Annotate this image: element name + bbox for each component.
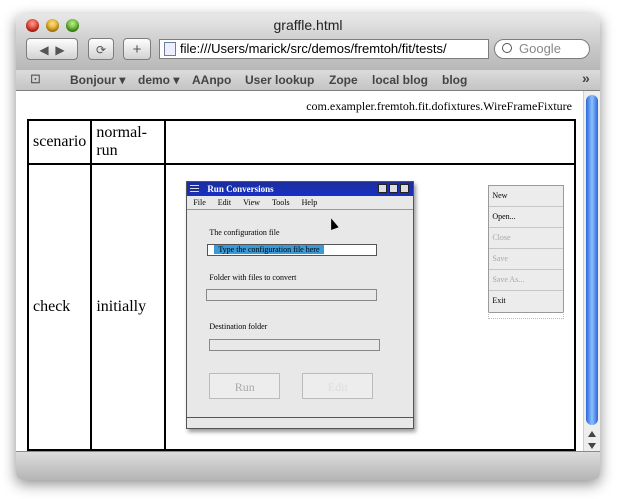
fixture-name: com.exampler.fremtoh.fit.dofixtures.Wire… xyxy=(306,99,572,113)
bookmark-bonjour[interactable]: Bonjour ▾ xyxy=(70,73,125,87)
dialog-maximize-icon[interactable] xyxy=(389,184,399,193)
scrollbar-thumb[interactable] xyxy=(586,95,598,425)
url-text: file:///Users/marick/src/demos/fremtoh/f… xyxy=(180,41,447,56)
search-icon xyxy=(502,43,512,53)
mouse-pointer-icon xyxy=(327,216,339,231)
book-icon[interactable]: ⊡ xyxy=(30,71,41,87)
destination-field[interactable] xyxy=(209,339,381,351)
menu-tools[interactable]: Tools xyxy=(272,198,290,207)
fit-table: scenario normal-run check initially Run … xyxy=(26,119,577,451)
bookmark-user-lookup[interactable]: User lookup xyxy=(245,73,314,87)
reload-icon: ⟳ xyxy=(95,43,107,57)
folder-label: Folder with files to convert xyxy=(209,273,297,282)
table-cell: check xyxy=(26,163,93,451)
dialog-minimize-icon[interactable] xyxy=(378,184,388,193)
reload-button[interactable]: ⟳ xyxy=(88,38,114,60)
file-menu-item-exit[interactable]: Exit xyxy=(489,291,563,311)
bookmark-blog[interactable]: blog xyxy=(442,73,467,87)
file-menu-wireframe: New Open... Close Save Save As... Exit xyxy=(488,185,565,313)
bookmark-zope[interactable]: Zope xyxy=(329,73,358,87)
back-arrow-icon[interactable]: ◀ xyxy=(39,43,48,57)
wireframe-cell: Run Conversions File Edit View Tools Hel… xyxy=(164,163,577,451)
scroll-down-arrow-icon[interactable] xyxy=(588,443,596,449)
table-cell-empty xyxy=(164,119,577,165)
menu-file[interactable]: File xyxy=(193,198,205,207)
window-title: graffle.html xyxy=(273,17,343,33)
file-menu-item-new[interactable]: New xyxy=(489,186,564,207)
page-content: com.exampler.fremtoh.fit.dofixtures.Wire… xyxy=(16,91,584,451)
config-file-field[interactable]: Type the configuration file here xyxy=(207,244,378,256)
dialog-status-bar xyxy=(187,417,414,428)
document-icon xyxy=(164,42,176,56)
address-bar[interactable]: file:///Users/marick/src/demos/fremtoh/f… xyxy=(159,39,489,59)
run-conversions-dialog: Run Conversions File Edit View Tools Hel… xyxy=(186,181,415,429)
table-cell: scenario xyxy=(26,119,93,165)
dialog-close-icon[interactable] xyxy=(400,184,410,193)
edit-button[interactable]: Edit xyxy=(302,373,374,399)
bookmark-local-blog[interactable]: local blog xyxy=(372,73,428,87)
status-bar xyxy=(16,451,600,480)
scroll-up-arrow-icon[interactable] xyxy=(588,431,596,437)
title-bar: graffle.html ◀ ▶ ⟳ + file:///Users/maric… xyxy=(16,14,600,71)
system-menu-icon[interactable] xyxy=(190,185,200,193)
config-file-value: Type the configuration file here xyxy=(214,245,324,254)
table-cell: normal-run xyxy=(90,119,167,165)
back-forward-buttons[interactable]: ◀ ▶ xyxy=(26,38,78,60)
config-file-label: The configuration file xyxy=(209,228,280,237)
menu-help[interactable]: Help xyxy=(302,198,318,207)
vertical-scrollbar[interactable] xyxy=(583,91,600,451)
folder-field[interactable] xyxy=(206,289,378,301)
file-menu-item-save-as: Save As... xyxy=(489,270,564,291)
bookmark-demo[interactable]: demo ▾ xyxy=(138,73,179,87)
file-menu-item-close: Close xyxy=(489,228,564,249)
browser-window: graffle.html ◀ ▶ ⟳ + file:///Users/maric… xyxy=(16,14,600,480)
bookmarks-bar: ⊡ Bonjour ▾ demo ▾ AAnpo User lookup Zop… xyxy=(16,70,600,91)
search-field[interactable]: Google xyxy=(494,39,590,59)
menu-shadow xyxy=(488,312,565,319)
destination-label: Destination folder xyxy=(209,322,268,331)
table-row: check initially Run Conversions File Edi… xyxy=(26,163,577,451)
dialog-title-bar: Run Conversions xyxy=(187,182,414,196)
file-menu-item-save: Save xyxy=(489,249,564,270)
table-cell: initially xyxy=(90,163,167,451)
plus-icon: + xyxy=(132,41,142,58)
bookmarks-overflow-chevron-icon[interactable]: » xyxy=(582,70,590,86)
menu-edit[interactable]: Edit xyxy=(218,198,231,207)
run-button[interactable]: Run xyxy=(209,373,281,399)
file-menu-item-open[interactable]: Open... xyxy=(489,207,564,228)
bookmark-aanpo[interactable]: AAnpo xyxy=(192,73,231,87)
add-bookmark-button[interactable]: + xyxy=(123,38,151,60)
dialog-menu-bar: File Edit View Tools Help xyxy=(187,196,414,210)
table-row: scenario normal-run xyxy=(26,119,577,165)
search-placeholder: Google xyxy=(519,41,561,56)
dialog-title: Run Conversions xyxy=(207,184,274,194)
forward-arrow-icon[interactable]: ▶ xyxy=(55,43,64,57)
menu-view[interactable]: View xyxy=(243,198,260,207)
